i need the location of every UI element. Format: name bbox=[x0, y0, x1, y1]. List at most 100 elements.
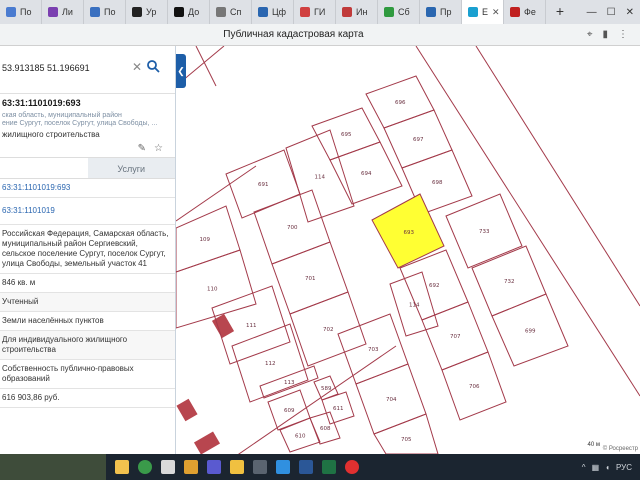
parcel-label: 733 bbox=[479, 229, 490, 235]
word-icon[interactable] bbox=[299, 460, 313, 474]
info-panel: ✕ 63:31:1101019:693 ская область, муници… bbox=[0, 46, 176, 454]
favicon-icon bbox=[216, 7, 226, 17]
cadastral-map[interactable]: 696 695 697 694 698 691 114 693 733 109 700 692 732 1… bbox=[176, 46, 640, 454]
tab-label: По bbox=[20, 7, 32, 17]
minimize-icon[interactable]: — bbox=[587, 7, 597, 18]
paint-icon[interactable] bbox=[184, 460, 198, 474]
edge-icon[interactable] bbox=[276, 460, 290, 474]
tab-label: Сб bbox=[398, 7, 410, 17]
parcel-label: 707 bbox=[450, 334, 461, 340]
favicon-icon bbox=[48, 7, 58, 17]
parcel[interactable] bbox=[373, 413, 439, 454]
chrome-icon[interactable] bbox=[138, 460, 152, 474]
store-icon[interactable] bbox=[207, 460, 221, 474]
browser-tab[interactable]: ГИ bbox=[294, 0, 336, 24]
parcel-label: 611 bbox=[333, 406, 344, 412]
panel-tabs: Услуги bbox=[0, 157, 175, 179]
tab-label: Ли bbox=[62, 7, 73, 17]
parcel-label: 589 bbox=[321, 386, 332, 392]
search-input[interactable] bbox=[0, 58, 130, 78]
media-icon[interactable] bbox=[253, 460, 267, 474]
bookmark-icon[interactable]: ▮ bbox=[602, 29, 608, 40]
favicon-icon bbox=[90, 7, 100, 17]
favicon-icon bbox=[426, 7, 436, 17]
parcel-label: 110 bbox=[207, 287, 218, 293]
excel-icon[interactable] bbox=[322, 460, 336, 474]
tab-label: Пр bbox=[440, 7, 452, 17]
favicon-icon bbox=[6, 7, 16, 17]
detail-ownership: Собственность публично-правовых образова… bbox=[0, 360, 175, 389]
favicon-icon bbox=[258, 7, 268, 17]
edit-icon[interactable]: ✎ bbox=[138, 143, 146, 154]
language-icon[interactable]: РУС bbox=[616, 463, 632, 472]
parcel-label: 112 bbox=[265, 361, 276, 367]
favicon-icon bbox=[174, 7, 184, 17]
detail-permitted-use: Для индивидуального жилищного строительс… bbox=[0, 331, 175, 360]
favicon-icon bbox=[342, 7, 352, 17]
browser-tab[interactable]: По bbox=[0, 0, 42, 24]
parcel-label: 114 bbox=[409, 303, 420, 309]
parcel-label: 706 bbox=[469, 384, 480, 390]
browser-tab[interactable]: Ли bbox=[42, 0, 84, 24]
collapse-panel-button[interactable]: ❮ bbox=[176, 54, 186, 88]
browser-tab[interactable]: Сб bbox=[378, 0, 420, 24]
parcel-label: 697 bbox=[413, 137, 424, 143]
parcel-label: 113 bbox=[284, 380, 295, 386]
cadastral-number: 63:31:1101019:693 bbox=[2, 98, 81, 108]
detail-link-quarter[interactable]: 63:31:1101019 bbox=[0, 198, 175, 225]
detail-status: Учтенный bbox=[0, 293, 175, 312]
tab-label: ГИ bbox=[314, 7, 326, 17]
browser-tab[interactable]: Ур bbox=[126, 0, 168, 24]
parcel-label: 109 bbox=[200, 237, 211, 243]
app-icon[interactable] bbox=[161, 460, 175, 474]
maximize-icon[interactable]: ☐ bbox=[607, 7, 616, 18]
detail-link-parcel[interactable]: 63:31:1101019:693 bbox=[0, 179, 175, 198]
window-controls: — ☐ ✕ bbox=[587, 7, 640, 18]
tab-label: Ин bbox=[356, 7, 368, 17]
menu-icon[interactable]: ⋮ bbox=[618, 29, 628, 40]
detail-address: Российская Федерация, Самарская область,… bbox=[0, 225, 175, 274]
clear-icon[interactable]: ✕ bbox=[132, 60, 142, 74]
tab-label: До bbox=[188, 7, 200, 17]
parcel-label: 695 bbox=[341, 132, 352, 138]
tab-info[interactable] bbox=[0, 158, 88, 178]
close-window-icon[interactable]: ✕ bbox=[626, 7, 634, 18]
browser-tab-strip: По Ли По Ур До Сп Цф ГИ Ин Сб Пр Е ✕ Фе + — ☐ ✕ bbox=[0, 0, 640, 24]
location-icon[interactable]: ⌖ bbox=[587, 29, 593, 40]
parcel-label: 114 bbox=[315, 175, 326, 181]
parcel-label: 693 bbox=[404, 230, 415, 236]
favicon-icon bbox=[300, 7, 310, 17]
detail-category: Земли населённых пунктов bbox=[0, 312, 175, 331]
parcel-label: 691 bbox=[258, 182, 269, 188]
favicon-icon bbox=[468, 7, 478, 17]
browser-tab[interactable]: Е ✕ bbox=[462, 0, 504, 24]
new-tab-button[interactable]: + bbox=[552, 4, 568, 20]
parcel-label: 694 bbox=[361, 171, 372, 177]
favicon-icon bbox=[132, 7, 142, 17]
yandex-icon[interactable] bbox=[345, 460, 359, 474]
search-icon[interactable] bbox=[146, 59, 160, 73]
panel-actions: ✎ ☆ bbox=[0, 139, 175, 157]
volume-icon[interactable]: ◖ bbox=[605, 463, 610, 472]
browser-tab[interactable]: До bbox=[168, 0, 210, 24]
browser-tab[interactable]: Сп bbox=[210, 0, 252, 24]
folder-icon[interactable] bbox=[115, 460, 129, 474]
browser-tab[interactable]: Ин bbox=[336, 0, 378, 24]
close-tab-icon[interactable]: ✕ bbox=[492, 7, 500, 18]
star-icon[interactable]: ☆ bbox=[154, 143, 163, 154]
page-title: Публичная кадастровая карта bbox=[223, 29, 364, 40]
ruler-icon[interactable] bbox=[230, 460, 244, 474]
browser-tab[interactable]: Пр bbox=[420, 0, 462, 24]
favicon-icon bbox=[510, 7, 520, 17]
tab-services[interactable]: Услуги bbox=[87, 158, 175, 178]
address-preview-line1: ская область, муниципальный район bbox=[2, 112, 122, 119]
browser-tab[interactable]: Фе bbox=[504, 0, 546, 24]
network-icon[interactable]: ▦ bbox=[592, 463, 600, 472]
browser-tab[interactable]: Цф bbox=[252, 0, 294, 24]
parcel-label: 696 bbox=[395, 100, 406, 106]
chevron-up-icon[interactable]: ^ bbox=[582, 463, 586, 472]
browser-tab[interactable]: По bbox=[84, 0, 126, 24]
tab-label: Е bbox=[482, 7, 489, 17]
system-tray: ^ ▦ ◖ РУС bbox=[582, 463, 640, 472]
parcel-label: 698 bbox=[432, 180, 443, 186]
